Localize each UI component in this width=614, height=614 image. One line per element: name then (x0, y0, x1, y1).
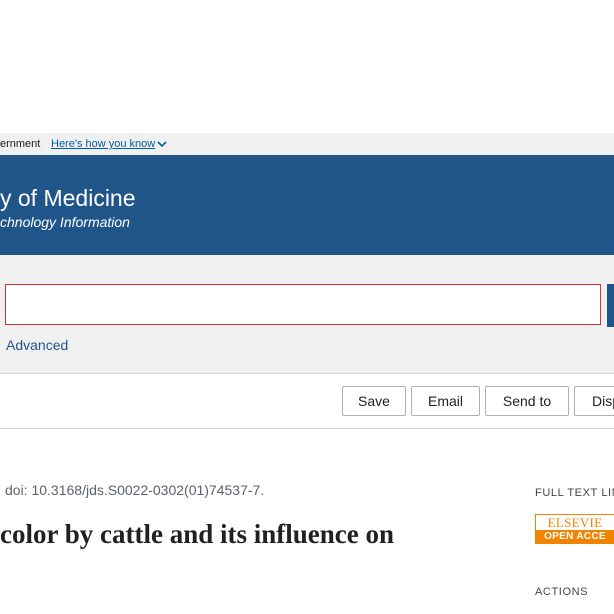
email-button[interactable]: Email (411, 386, 480, 416)
send-to-button[interactable]: Send to (485, 386, 569, 416)
actions-bar: Save Email Send to Disp (0, 374, 614, 429)
search-input[interactable] (5, 284, 601, 325)
advanced-search-link[interactable]: Advanced (6, 337, 68, 353)
site-title[interactable]: y of Medicine (0, 185, 136, 212)
heres-how-you-know-link[interactable]: Here's how you know (51, 138, 167, 151)
site-header: y of Medicine chnology Information (0, 155, 614, 255)
actions-heading: ACTIONS (535, 586, 589, 598)
display-options-button[interactable]: Disp (574, 386, 614, 416)
article-doi: doi: 10.3168/jds.S0022-0302(01)74537-7. (5, 482, 265, 498)
open-access-badge: OPEN ACCE (536, 530, 614, 543)
article-title: color by cattle and its influence on (0, 519, 394, 549)
chevron-down-icon (157, 139, 167, 151)
gov-banner-text: ernment (0, 138, 41, 150)
save-button[interactable]: Save (342, 386, 406, 416)
search-button[interactable] (607, 284, 614, 327)
gov-banner: ernment Here's how you know (0, 133, 614, 155)
full-text-links-heading: FULL TEXT LIN (535, 487, 614, 499)
site-subtitle: chnology Information (0, 214, 130, 230)
elsevier-full-text-link[interactable]: ELSEVIE OPEN ACCE (535, 514, 614, 544)
elsevier-logo: ELSEVIE (547, 515, 603, 530)
heres-how-you-know-label: Here's how you know (51, 138, 156, 150)
search-area: Advanced (0, 255, 614, 374)
